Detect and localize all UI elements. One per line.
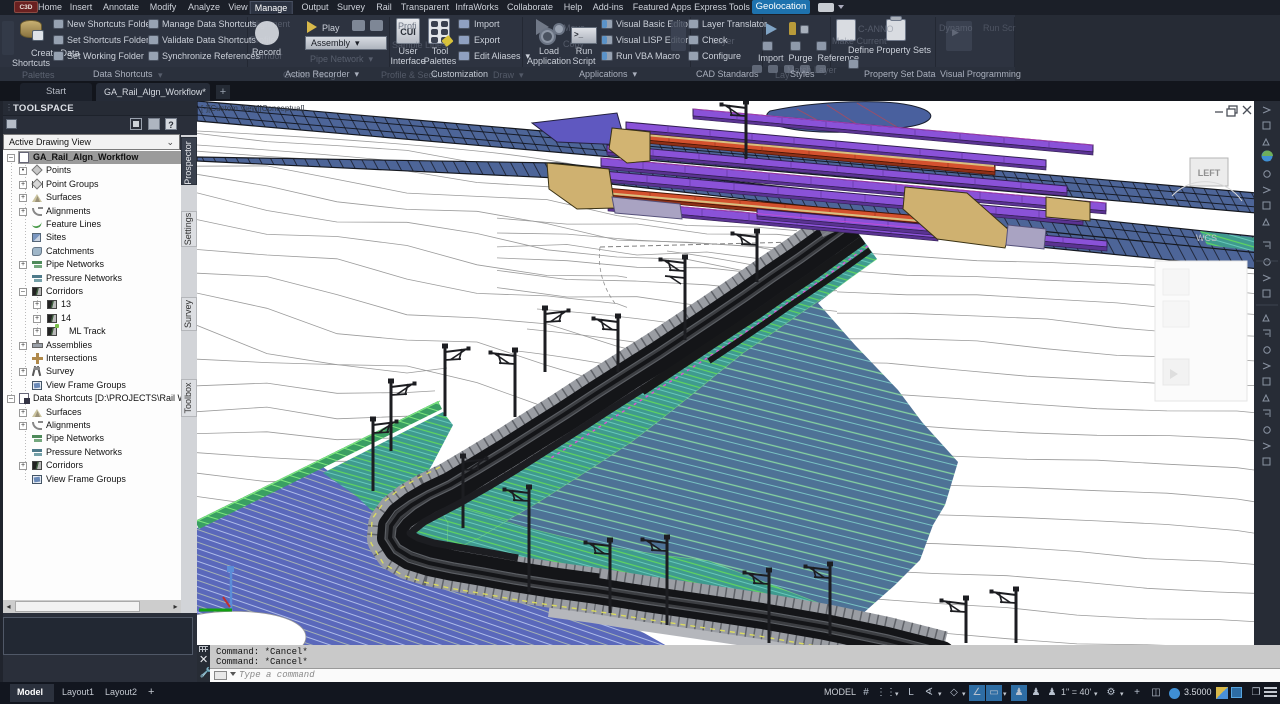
svg-text:LEFT: LEFT (1198, 168, 1221, 178)
svg-text:[-][Custom View][Conceptual]: [-][Custom View][Conceptual] (201, 104, 304, 113)
svg-text:WCS: WCS (1196, 233, 1217, 243)
